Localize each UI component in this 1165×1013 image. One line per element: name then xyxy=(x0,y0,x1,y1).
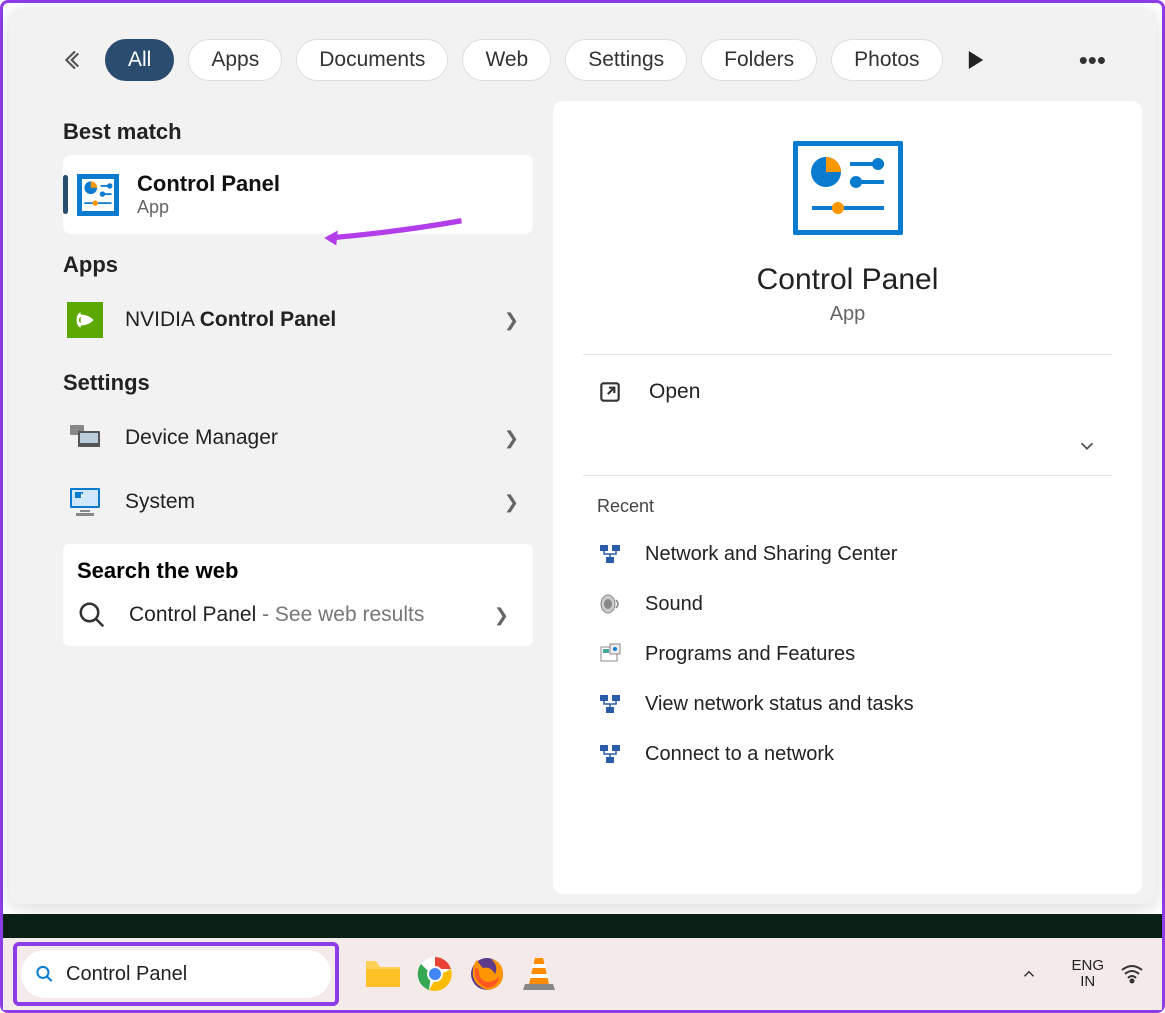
search-web-header: Search the web xyxy=(77,558,519,584)
best-match-header: Best match xyxy=(63,109,533,155)
more-options-button[interactable]: ••• xyxy=(1079,45,1106,76)
programs-icon xyxy=(597,641,623,667)
language-indicator[interactable]: ENGIN xyxy=(1071,958,1104,991)
vlc-icon xyxy=(523,956,555,992)
tray-overflow[interactable] xyxy=(1003,948,1055,1000)
desktop-strip: ENGIN xyxy=(3,914,1162,1010)
search-highlight xyxy=(13,942,339,1006)
network-icon xyxy=(597,741,623,767)
recent-label: Programs and Features xyxy=(645,643,855,666)
recent-label: Connect to a network xyxy=(645,743,834,766)
preview-title: Control Panel xyxy=(757,263,939,297)
recent-label: View network status and tasks xyxy=(645,693,914,716)
tab-photos[interactable]: Photos xyxy=(831,39,942,81)
tab-settings[interactable]: Settings xyxy=(565,39,687,81)
device-manager-icon xyxy=(67,420,103,456)
recent-connect-network[interactable]: Connect to a network xyxy=(583,729,1112,779)
preview-subtitle: App xyxy=(830,303,866,326)
result-web-search[interactable]: Control Panel - See web results ❯ xyxy=(77,584,519,646)
scroll-tabs-right[interactable] xyxy=(961,45,991,75)
taskbar-vlc[interactable] xyxy=(513,948,565,1000)
chevron-right-icon: ❯ xyxy=(504,428,519,449)
tab-all[interactable]: All xyxy=(105,39,174,81)
taskbar-search[interactable] xyxy=(21,950,331,998)
network-icon xyxy=(597,691,623,717)
result-device-manager[interactable]: Device Manager ❯ xyxy=(63,406,533,470)
recent-view-network-status[interactable]: View network status and tasks xyxy=(583,679,1112,729)
results-list: Best match Control Panel App Apps xyxy=(23,101,543,894)
tab-web[interactable]: Web xyxy=(462,39,551,81)
chrome-icon xyxy=(417,956,453,992)
nvidia-label: NVIDIA Control Panel xyxy=(125,308,482,332)
recent-label: Network and Sharing Center xyxy=(645,543,897,566)
taskbar-firefox[interactable] xyxy=(461,948,513,1000)
system-label: System xyxy=(125,490,482,514)
result-nvidia-control-panel[interactable]: NVIDIA Control Panel ❯ xyxy=(63,288,533,352)
search-icon xyxy=(77,600,107,630)
folder-icon xyxy=(364,957,402,991)
speaker-icon xyxy=(597,591,623,617)
chevron-right-icon: ❯ xyxy=(504,492,519,513)
recent-programs-features[interactable]: Programs and Features xyxy=(583,629,1112,679)
tab-folders[interactable]: Folders xyxy=(701,39,817,81)
tab-apps[interactable]: Apps xyxy=(188,39,282,81)
search-icon xyxy=(35,962,54,986)
web-query-suffix: - See web results xyxy=(256,603,424,626)
expand-actions-button[interactable] xyxy=(1076,435,1098,457)
search-results-panel: All Apps Documents Web Settings Folders … xyxy=(9,9,1156,904)
chevron-up-icon xyxy=(1020,965,1038,983)
chevron-down-icon xyxy=(1076,435,1098,457)
taskbar-file-explorer[interactable] xyxy=(357,948,409,1000)
nvidia-icon xyxy=(67,302,103,338)
best-match-title: Control Panel xyxy=(137,171,280,197)
wifi-icon xyxy=(1120,964,1144,984)
content-area: Best match Control Panel App Apps xyxy=(9,101,1156,904)
tab-documents[interactable]: Documents xyxy=(296,39,448,81)
play-icon xyxy=(967,51,985,69)
chevron-right-icon: ❯ xyxy=(494,605,509,626)
taskbar: ENGIN xyxy=(3,938,1162,1010)
web-query-label: Control Panel xyxy=(129,603,256,626)
tray-wifi[interactable] xyxy=(1120,964,1144,984)
recent-sound[interactable]: Sound xyxy=(583,579,1112,629)
best-match-subtitle: App xyxy=(137,197,280,218)
control-panel-icon xyxy=(77,174,119,216)
filter-tabs-bar: All Apps Documents Web Settings Folders … xyxy=(9,9,1156,101)
open-icon xyxy=(597,379,623,405)
best-match-result[interactable]: Control Panel App xyxy=(63,155,533,234)
open-action[interactable]: Open xyxy=(583,355,1112,429)
recent-network-sharing-center[interactable]: Network and Sharing Center xyxy=(583,529,1112,579)
settings-header: Settings xyxy=(63,360,533,406)
network-icon xyxy=(597,541,623,567)
taskbar-chrome[interactable] xyxy=(409,948,461,1000)
back-button[interactable] xyxy=(59,44,91,76)
open-label: Open xyxy=(649,380,700,404)
result-system[interactable]: System ❯ xyxy=(63,470,533,534)
arrow-left-icon xyxy=(62,47,88,73)
search-web-section: Search the web Control Panel - See web r… xyxy=(63,544,533,646)
firefox-icon xyxy=(469,956,505,992)
system-icon xyxy=(67,484,103,520)
device-manager-label: Device Manager xyxy=(125,426,482,450)
recent-header: Recent xyxy=(583,476,1112,529)
chevron-right-icon: ❯ xyxy=(504,310,519,331)
control-panel-icon-large xyxy=(793,141,903,235)
recent-label: Sound xyxy=(645,593,703,616)
preview-pane: Control Panel App Open Recent Network an… xyxy=(553,101,1142,894)
apps-header: Apps xyxy=(63,242,533,288)
taskbar-search-input[interactable] xyxy=(66,963,331,986)
ellipsis-icon: ••• xyxy=(1079,45,1106,75)
